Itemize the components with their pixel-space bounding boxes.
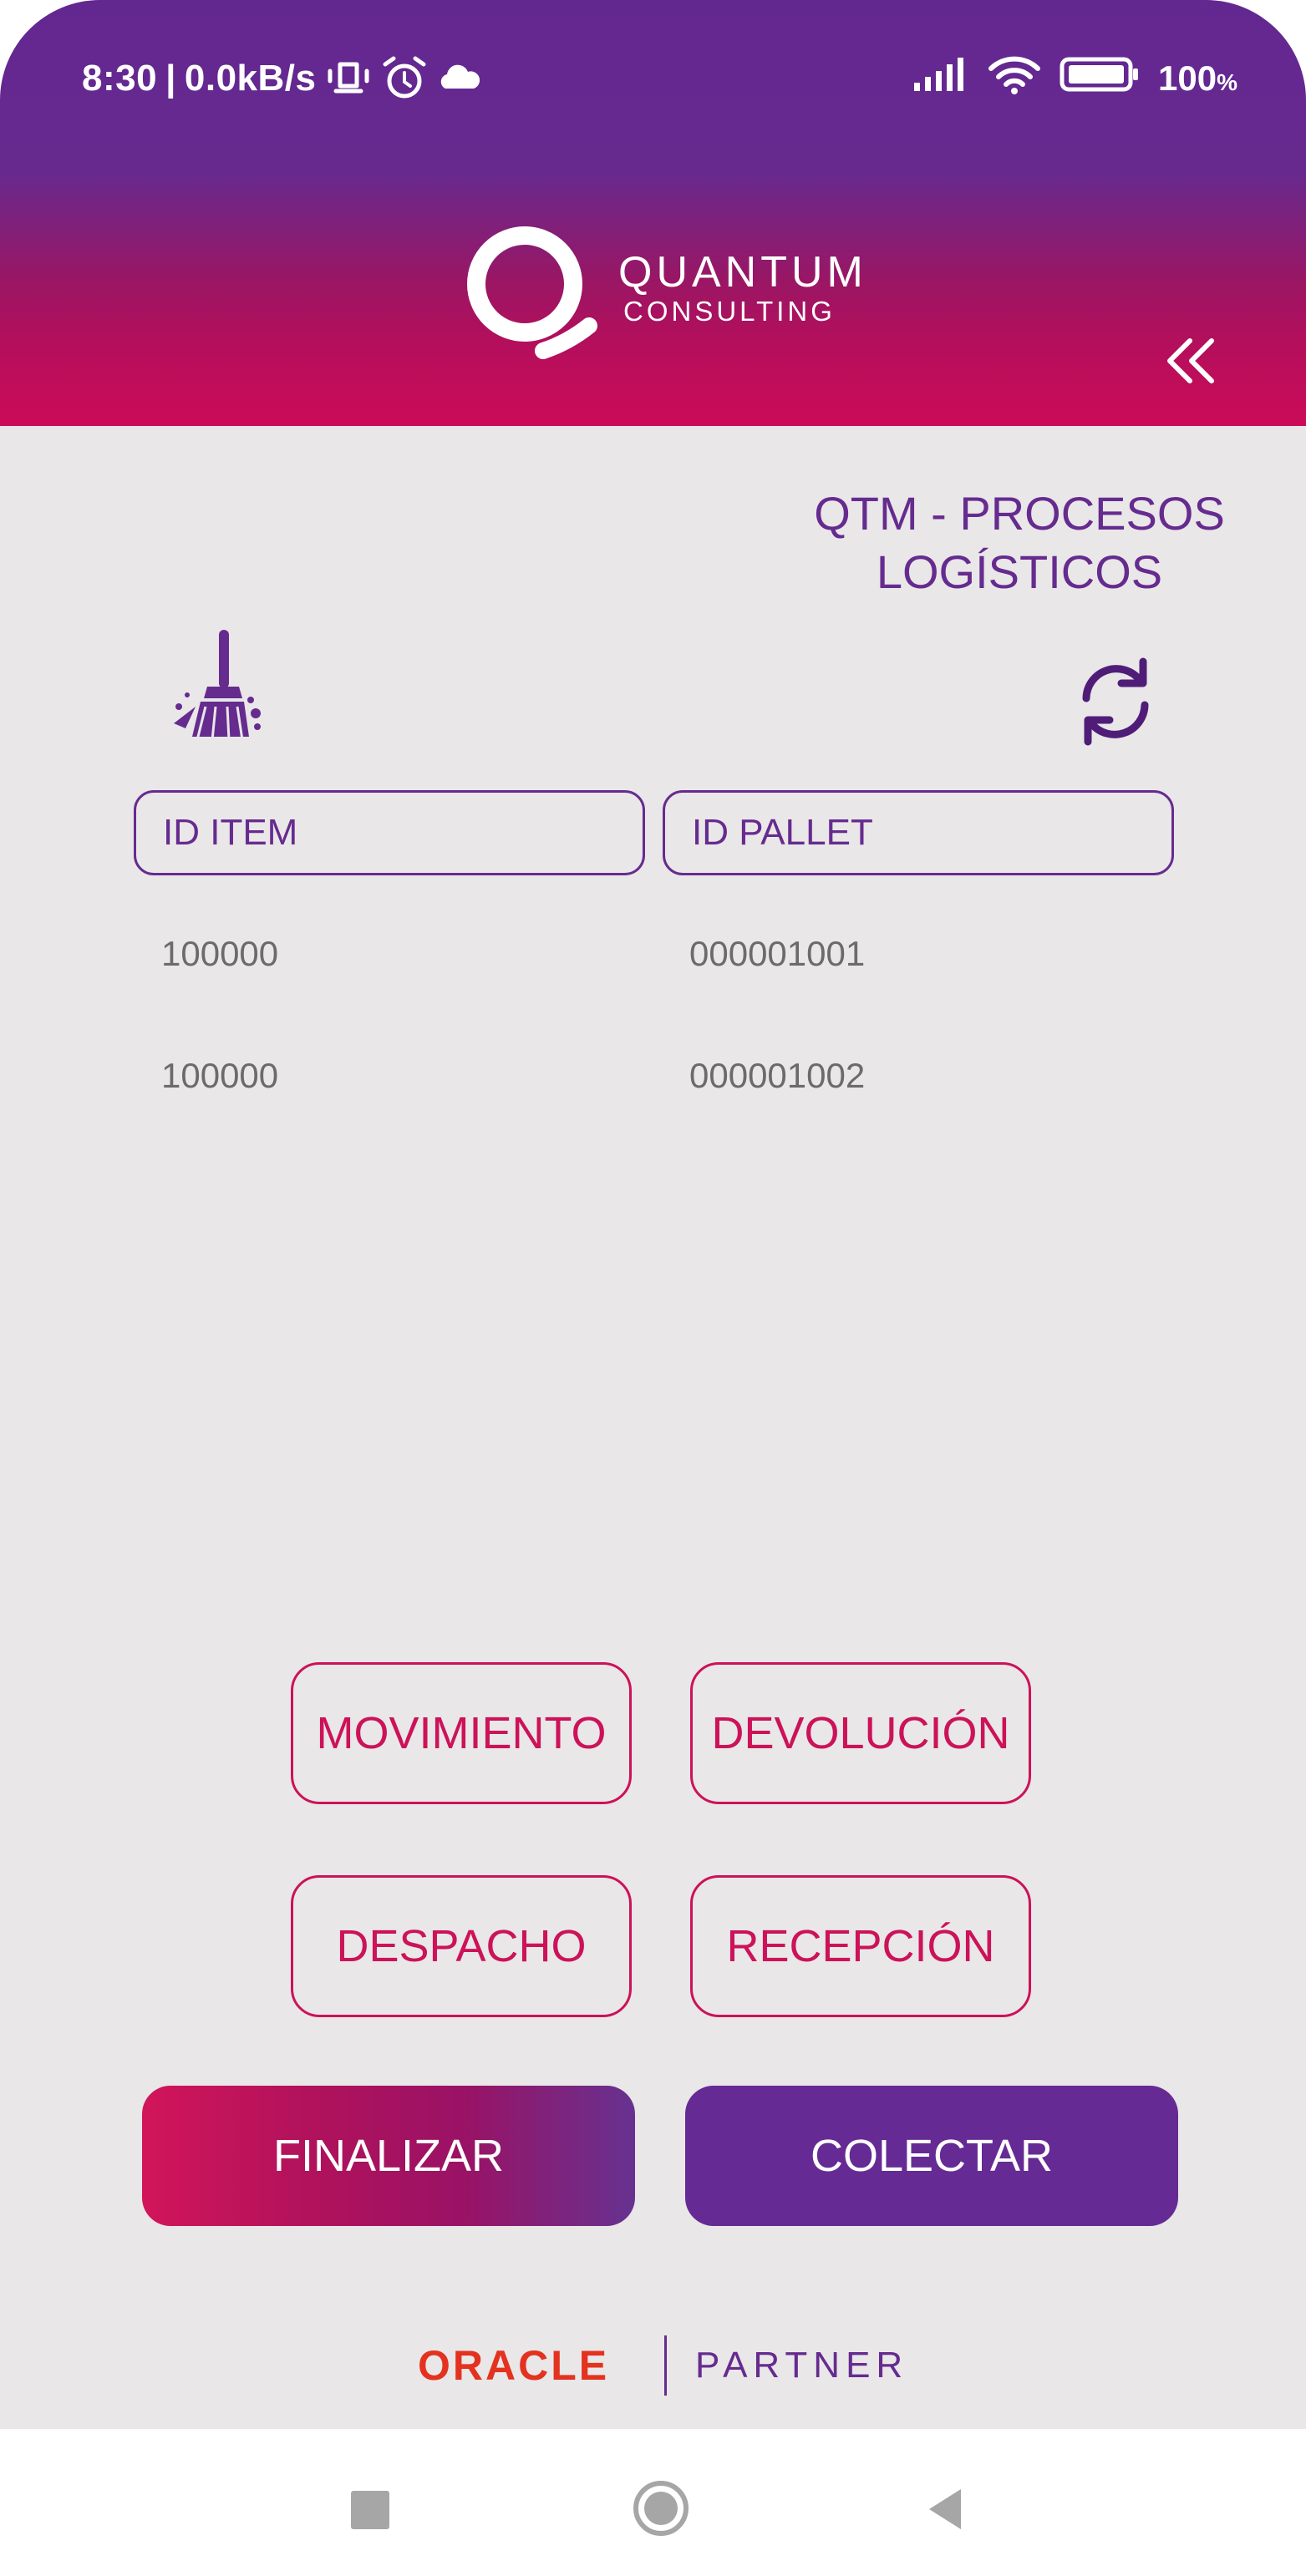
broom-icon — [174, 630, 261, 741]
quantum-logo-mark — [467, 226, 597, 359]
page-title-line1: QTM - PROCESOS — [814, 487, 1225, 540]
signal-icon — [912, 56, 969, 101]
double-chevron-left-icon — [1167, 338, 1214, 383]
page-title-line2: LOGÍSTICOS — [876, 545, 1163, 598]
cloud-icon — [437, 62, 482, 95]
main-content: QTM - PROCESOS LOGÍSTICOS ID ITEM ID PAL… — [0, 426, 1306, 2429]
battery-level: 100% — [1158, 58, 1237, 98]
status-time: 8:30 — [82, 58, 158, 99]
collapse-button[interactable] — [1153, 327, 1228, 394]
partner-divider — [664, 2335, 667, 2396]
status-left: 8:30 | 0.0kB/s — [82, 53, 482, 104]
logo-text-quantum: QUANTUM — [618, 248, 867, 297]
status-separator: | — [165, 58, 176, 99]
cell-id-item: 100000 — [161, 934, 279, 973]
column-header-id-pallet: ID PALLET — [663, 790, 1174, 875]
back-icon[interactable] — [926, 2487, 963, 2531]
table-row[interactable]: 100000 000001002 — [0, 1042, 1306, 1109]
status-bar: 8:30 | 0.0kB/s 100% — [0, 0, 1306, 159]
recepcion-button[interactable]: RECEPCIÓN — [690, 1875, 1031, 2017]
partner-label: PARTNER — [695, 2345, 909, 2386]
vibrate-icon — [325, 58, 372, 99]
page-title: QTM - PROCESOS LOGÍSTICOS — [752, 484, 1287, 601]
home-icon[interactable] — [632, 2479, 690, 2538]
app-screen: 8:30 | 0.0kB/s 100% QUANTUM CONSULTING Q… — [0, 0, 1306, 2576]
cell-id-pallet: 000001001 — [689, 934, 866, 973]
devolucion-button[interactable]: DEVOLUCIÓN — [690, 1662, 1031, 1804]
app-header: 8:30 | 0.0kB/s 100% QUANTUM CONSULTING — [0, 0, 1306, 426]
column-header-label: ID PALLET — [692, 812, 873, 853]
battery-icon — [1060, 56, 1140, 101]
cell-id-item: 100000 — [161, 1056, 279, 1095]
oracle-partner-logo: ORACLE PARTNER — [418, 2332, 919, 2399]
colectar-button[interactable]: COLECTAR — [685, 2086, 1178, 2226]
alarm-icon — [380, 54, 429, 103]
oracle-wordmark: ORACLE — [418, 2342, 610, 2389]
clear-button[interactable] — [164, 626, 264, 752]
refresh-button[interactable] — [1070, 652, 1161, 752]
column-header-label: ID ITEM — [163, 812, 298, 853]
wifi-icon — [988, 53, 1041, 104]
movimiento-button[interactable]: MOVIMIENTO — [291, 1662, 632, 1804]
system-nav-bar — [0, 2429, 1306, 2576]
despacho-button[interactable]: DESPACHO — [291, 1875, 632, 2017]
status-right: 100% — [912, 53, 1237, 104]
quantum-logo: QUANTUM CONSULTING — [460, 217, 877, 384]
table-row[interactable]: 100000 000001001 — [0, 920, 1306, 987]
column-header-id-item: ID ITEM — [134, 790, 645, 875]
cell-id-pallet: 000001002 — [689, 1056, 866, 1095]
recents-icon[interactable] — [351, 2491, 389, 2529]
refresh-icon — [1082, 657, 1149, 746]
logo-text-consulting: CONSULTING — [623, 296, 836, 327]
status-net-speed: 0.0kB/s — [184, 58, 317, 99]
finalizar-button[interactable]: FINALIZAR — [142, 2086, 635, 2226]
